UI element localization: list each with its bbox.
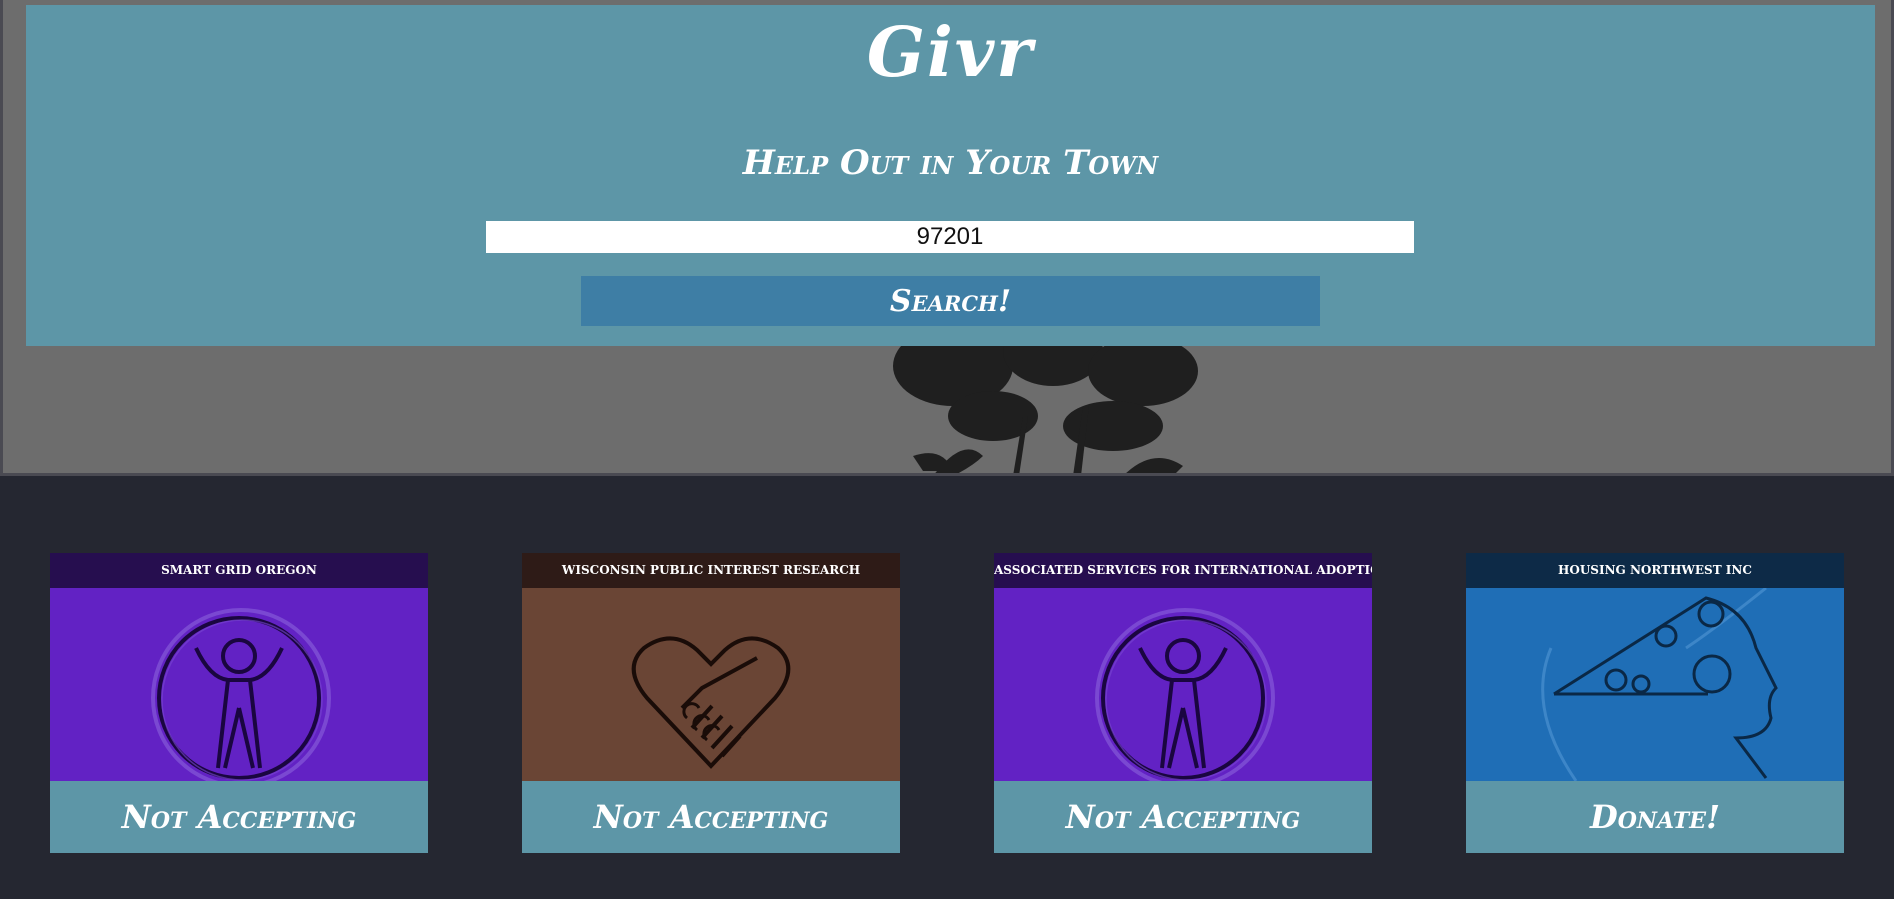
- zip-code-input[interactable]: [486, 221, 1414, 253]
- flowers-background-image: [893, 346, 1198, 473]
- charity-name: ASSOCIATED SERVICES FOR INTERNATIONAL AD…: [994, 553, 1372, 588]
- charity-name: HOUSING NORTHWEST INC: [1466, 553, 1844, 588]
- brand-logo: Givr: [866, 13, 1035, 93]
- accessibility-icon: [1095, 608, 1275, 781]
- search-button[interactable]: Search!: [581, 276, 1320, 326]
- charity-card: SMART GRID OREGON Not Accepting: [50, 553, 428, 853]
- charity-image: [50, 588, 428, 781]
- card-action-button[interactable]: Not Accepting: [50, 781, 428, 853]
- hero-banner: Givr Help Out in Your Town Search!: [0, 0, 1894, 476]
- card-action-button[interactable]: Not Accepting: [994, 781, 1372, 853]
- charity-image: [1466, 588, 1844, 781]
- accessibility-icon: [151, 608, 331, 781]
- charity-name: SMART GRID OREGON: [50, 553, 428, 588]
- heart-handshake-icon: [631, 636, 791, 769]
- charity-card: WISCONSIN PUBLIC INTEREST RESEARCH Not A…: [522, 553, 900, 853]
- search-panel: Givr Help Out in Your Town Search!: [26, 5, 1875, 346]
- page-tagline: Help Out in Your Town: [742, 143, 1159, 183]
- charity-image: [522, 588, 900, 781]
- donate-button[interactable]: Donate!: [1466, 781, 1844, 853]
- charity-image: [994, 588, 1372, 781]
- card-action-button[interactable]: Not Accepting: [522, 781, 900, 853]
- charity-card: ASSOCIATED SERVICES FOR INTERNATIONAL AD…: [994, 553, 1372, 853]
- head-gears-icon: [1541, 588, 1778, 781]
- charity-name: WISCONSIN PUBLIC INTEREST RESEARCH: [522, 553, 900, 588]
- charity-card: HOUSING NORTHWEST INC Donate!: [1466, 553, 1844, 853]
